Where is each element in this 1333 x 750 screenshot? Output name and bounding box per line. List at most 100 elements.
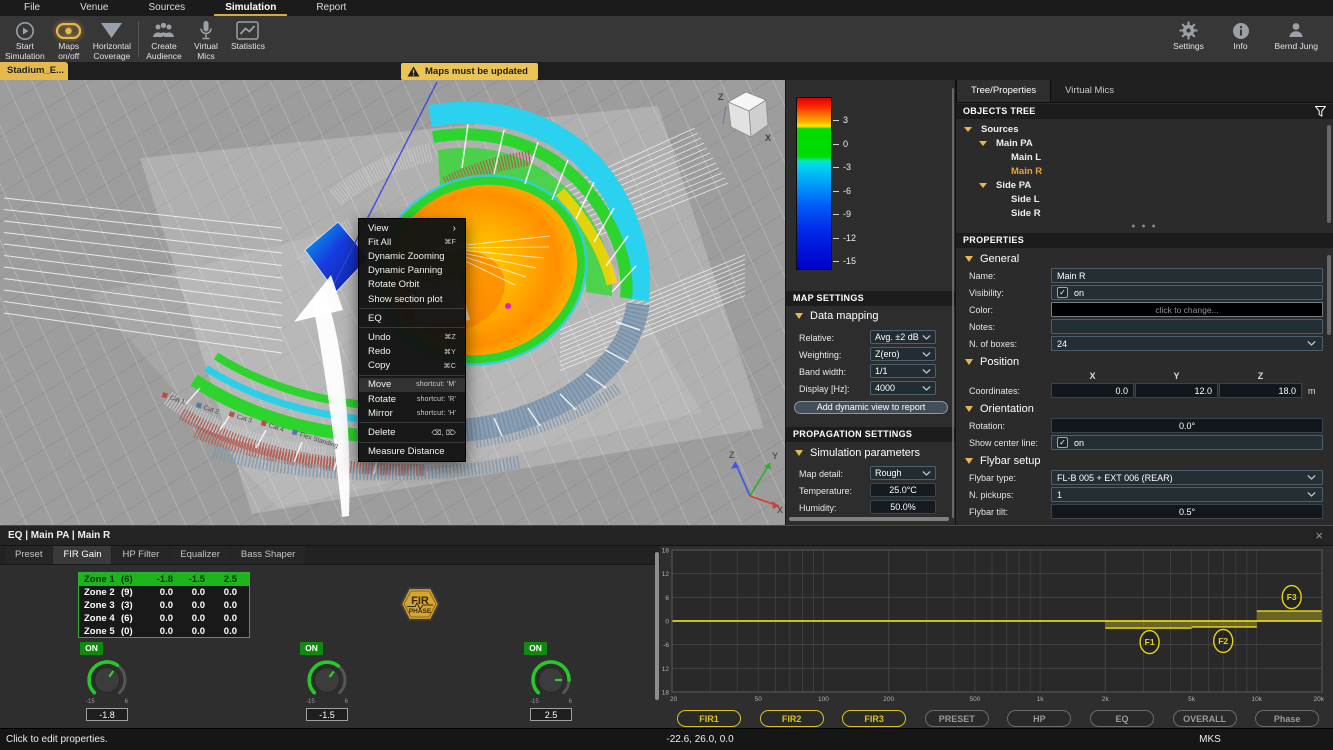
checkbox-field-show-center-line[interactable]: ✓on xyxy=(1051,435,1323,450)
checkbox-icon[interactable]: ✓ xyxy=(1057,437,1068,448)
context-menu-item-move[interactable]: Moveshortcut: 'M' xyxy=(359,378,465,392)
fir-gain-knob[interactable]: -15 6 xyxy=(527,657,575,705)
context-menu-item-copy[interactable]: Copy⌘C xyxy=(359,359,465,373)
collapse-triangle-icon[interactable] xyxy=(965,359,973,365)
context-menu-item-eq[interactable]: EQ xyxy=(359,311,465,325)
simulation-parameters-section[interactable]: Simulation parameters xyxy=(786,445,955,461)
eq-response-graph[interactable]: 181260-6-12-1820501002005001k2k5k10k20kF… xyxy=(662,546,1333,708)
checkbox-field-visibility[interactable]: ✓on xyxy=(1051,285,1323,300)
tab-virtual-mics[interactable]: Virtual Mics xyxy=(1051,80,1128,102)
context-menu-item-undo[interactable]: Undo⌘Z xyxy=(359,330,465,344)
fir-gain-value-field[interactable]: 2.5 xyxy=(530,708,572,721)
menu-item-simulation[interactable]: Simulation xyxy=(205,0,296,16)
property-section-orientation[interactable]: Orientation xyxy=(956,400,1333,418)
value-field-flybar-tilt[interactable]: 0.5° xyxy=(1051,504,1323,519)
expand-triangle-icon[interactable] xyxy=(979,141,987,146)
property-section-flybar-setup[interactable]: Flybar setup xyxy=(956,452,1333,470)
zone-row-zone-2[interactable]: Zone 2(9)0.00.00.0 xyxy=(79,586,249,599)
fir-gain-knob[interactable]: -15 6 xyxy=(303,657,351,705)
tree-item-main-r[interactable]: Main R xyxy=(956,164,1333,178)
context-menu-item-dynamic-zooming[interactable]: Dynamic Zooming xyxy=(359,249,465,263)
filter-button-overall[interactable]: OVERALL xyxy=(1173,710,1237,727)
menu-item-file[interactable]: File xyxy=(4,0,60,16)
checkbox-icon[interactable]: ✓ xyxy=(1057,287,1068,298)
zone-row-zone-5[interactable]: Zone 5(0)0.00.00.0 xyxy=(79,625,249,638)
fir-gain-value-field[interactable]: -1.5 xyxy=(306,708,348,721)
dropdown-map-detail[interactable]: Rough xyxy=(870,466,936,480)
toolbar-user-button[interactable]: Bernd Jung xyxy=(1272,18,1321,52)
coordinate-field-z[interactable]: 18.0 xyxy=(1219,383,1302,398)
toolbar-info-button[interactable]: Info xyxy=(1220,18,1262,52)
filter-button-preset[interactable]: PRESET xyxy=(925,710,989,727)
dropdown-n-pickups[interactable]: 1 xyxy=(1051,487,1323,502)
property-section-position[interactable]: Position xyxy=(956,353,1333,371)
filter-button-fir2[interactable]: FIR2 xyxy=(760,710,824,727)
filter-button-hp[interactable]: HP xyxy=(1007,710,1071,727)
text-field-name[interactable]: Main R xyxy=(1051,268,1323,283)
fir-gain-value-field[interactable]: -1.8 xyxy=(86,708,128,721)
tree-item-main-pa[interactable]: Main PA xyxy=(956,136,1333,150)
collapse-triangle-icon[interactable] xyxy=(795,450,803,456)
filter-button-fir1[interactable]: FIR1 xyxy=(677,710,741,727)
fir-gain-knob[interactable]: -15 6 xyxy=(83,657,131,705)
tree-item-main-l[interactable]: Main L xyxy=(956,150,1333,164)
color-field[interactable]: click to change... xyxy=(1051,302,1323,317)
toolbar-settings-button[interactable]: Settings xyxy=(1168,18,1210,52)
close-icon[interactable]: × xyxy=(1315,528,1323,544)
context-menu-item-delete[interactable]: Delete⌫, ⌦ xyxy=(359,425,465,439)
menu-item-report[interactable]: Report xyxy=(296,0,366,16)
vertical-scrollbar[interactable] xyxy=(952,88,954,518)
menu-item-venue[interactable]: Venue xyxy=(60,0,128,16)
eq-tab-bass-shaper[interactable]: Bass Shaper xyxy=(231,546,305,564)
value-field-temperature[interactable]: 25.0°C xyxy=(870,483,936,497)
toolbar-virtual-mics-button[interactable]: Virtual Mics xyxy=(185,18,227,62)
collapse-triangle-icon[interactable] xyxy=(795,313,803,319)
properties-scrollbar[interactable] xyxy=(1327,255,1331,335)
coordinate-field-y[interactable]: 12.0 xyxy=(1135,383,1218,398)
fir-on-badge[interactable]: ON xyxy=(524,642,547,655)
expand-triangle-icon[interactable] xyxy=(964,127,972,132)
maps-warning-banner[interactable]: Maps must be updated xyxy=(401,63,538,80)
filter-icon[interactable] xyxy=(1315,106,1326,117)
zone-gain-table[interactable]: Zone 1(6)-1.8-1.52.5Zone 2(9)0.00.00.0Zo… xyxy=(78,572,250,638)
toolbar-maps-onoff-button[interactable]: Maps on/off xyxy=(48,18,90,62)
context-menu-item-dynamic-panning[interactable]: Dynamic Panning xyxy=(359,264,465,278)
tree-item-side-pa[interactable]: Side PA xyxy=(956,178,1333,192)
toolbar-create-audience-button[interactable]: Create Audience xyxy=(143,18,185,62)
text-field-notes[interactable] xyxy=(1051,319,1323,334)
viewport-3d[interactable]: Cat 1 Cat 2 Cat 3 Cat 4 Flex Standing Z … xyxy=(0,80,785,525)
tree-item-side-l[interactable]: Side L xyxy=(956,192,1333,206)
tree-scrollbar[interactable] xyxy=(1327,125,1331,223)
coordinate-field-x[interactable]: 0.0 xyxy=(1051,383,1134,398)
dropdown-flybar-type[interactable]: FL-B 005 + EXT 006 (REAR) xyxy=(1051,470,1323,485)
eq-splitter-handle[interactable] xyxy=(655,552,659,700)
zone-row-zone-3[interactable]: Zone 3(3)0.00.00.0 xyxy=(79,599,249,612)
toolbar-horizontal-coverage-button[interactable]: Horizontal Coverage xyxy=(90,18,134,62)
context-menu-item-rotate-orbit[interactable]: Rotate Orbit xyxy=(359,278,465,292)
property-section-general[interactable]: General xyxy=(956,250,1333,268)
fir-on-badge[interactable]: ON xyxy=(300,642,323,655)
eq-tab-equalizer[interactable]: Equalizer xyxy=(170,546,230,564)
fir-on-badge[interactable]: ON xyxy=(80,642,103,655)
tree-resize-handle[interactable]: ● ● ● xyxy=(956,223,1333,230)
context-menu-item-show-section-plot[interactable]: Show section plot xyxy=(359,292,465,306)
dropdown-weighting[interactable]: Z(ero) xyxy=(870,347,936,361)
toolbar-statistics-button[interactable]: Statistics xyxy=(227,18,269,62)
dropdown-n-of-boxes[interactable]: 24 xyxy=(1051,336,1323,351)
context-menu-item-fit-all[interactable]: Fit All⌘F xyxy=(359,235,465,249)
dropdown-relative[interactable]: Avg. ±2 dB xyxy=(870,330,936,344)
context-menu-item-mirror[interactable]: Mirrorshortcut: 'H' xyxy=(359,406,465,420)
horizontal-scrollbar[interactable] xyxy=(789,517,949,521)
toolbar-start-simulation-button[interactable]: Start Simulation xyxy=(2,18,48,62)
menu-item-sources[interactable]: Sources xyxy=(129,0,206,16)
expand-triangle-icon[interactable] xyxy=(979,183,987,188)
collapse-triangle-icon[interactable] xyxy=(965,256,973,262)
tab-tree-properties[interactable]: Tree/Properties xyxy=(956,80,1051,102)
context-menu-item-view[interactable]: View› xyxy=(359,221,465,235)
zone-row-zone-4[interactable]: Zone 4(6)0.00.00.0 xyxy=(79,612,249,625)
context-menu-item-rotate[interactable]: Rotateshortcut: 'R' xyxy=(359,392,465,406)
collapse-triangle-icon[interactable] xyxy=(965,406,973,412)
zone-row-zone-1[interactable]: Zone 1(6)-1.8-1.52.5 xyxy=(79,573,249,586)
listener-point[interactable] xyxy=(505,303,511,309)
filter-button-eq[interactable]: EQ xyxy=(1090,710,1154,727)
